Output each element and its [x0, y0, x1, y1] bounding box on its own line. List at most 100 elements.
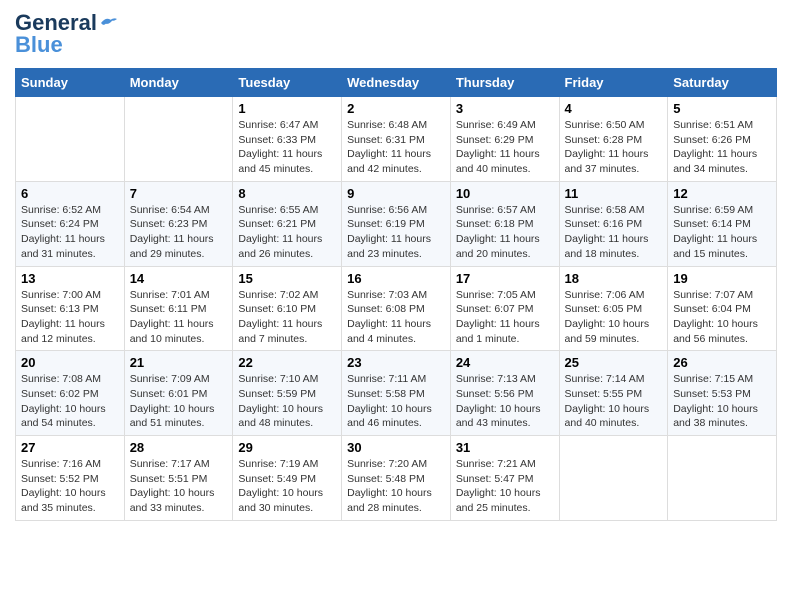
day-number: 19	[673, 271, 771, 286]
day-number: 9	[347, 186, 445, 201]
calendar-cell: 15 Sunrise: 7:02 AM Sunset: 6:10 PM Dayli…	[233, 266, 342, 351]
day-number: 13	[21, 271, 119, 286]
day-content: Sunrise: 6:48 AM Sunset: 6:31 PM Dayligh…	[347, 118, 445, 177]
day-content: Sunrise: 7:00 AM Sunset: 6:13 PM Dayligh…	[21, 288, 119, 347]
calendar-cell: 6 Sunrise: 6:52 AM Sunset: 6:24 PM Daylig…	[16, 181, 125, 266]
day-number: 10	[456, 186, 554, 201]
calendar-cell	[668, 436, 777, 521]
day-content: Sunrise: 6:59 AM Sunset: 6:14 PM Dayligh…	[673, 203, 771, 262]
day-content: Sunrise: 7:20 AM Sunset: 5:48 PM Dayligh…	[347, 457, 445, 516]
logo-bird-icon	[99, 15, 119, 31]
calendar-cell	[559, 436, 668, 521]
weekday-header-tuesday: Tuesday	[233, 69, 342, 97]
calendar-week-row: 13 Sunrise: 7:00 AM Sunset: 6:13 PM Dayli…	[16, 266, 777, 351]
day-number: 31	[456, 440, 554, 455]
day-number: 22	[238, 355, 336, 370]
day-number: 6	[21, 186, 119, 201]
day-number: 15	[238, 271, 336, 286]
day-content: Sunrise: 6:50 AM Sunset: 6:28 PM Dayligh…	[565, 118, 663, 177]
day-number: 21	[130, 355, 228, 370]
day-number: 27	[21, 440, 119, 455]
calendar-cell: 22 Sunrise: 7:10 AM Sunset: 5:59 PM Dayli…	[233, 351, 342, 436]
calendar-week-row: 1 Sunrise: 6:47 AM Sunset: 6:33 PM Daylig…	[16, 97, 777, 182]
calendar-cell: 16 Sunrise: 7:03 AM Sunset: 6:08 PM Dayli…	[342, 266, 451, 351]
day-content: Sunrise: 7:08 AM Sunset: 6:02 PM Dayligh…	[21, 372, 119, 431]
day-number: 8	[238, 186, 336, 201]
calendar-cell	[16, 97, 125, 182]
calendar-cell: 25Sunrise: 7:14 AM Sunset: 5:55 PM Dayli…	[559, 351, 668, 436]
day-number: 29	[238, 440, 336, 455]
calendar-cell: 7 Sunrise: 6:54 AM Sunset: 6:23 PM Daylig…	[124, 181, 233, 266]
weekday-header-wednesday: Wednesday	[342, 69, 451, 97]
day-number: 28	[130, 440, 228, 455]
day-content: Sunrise: 7:06 AM Sunset: 6:05 PM Dayligh…	[565, 288, 663, 347]
calendar-cell: 9 Sunrise: 6:56 AM Sunset: 6:19 PM Daylig…	[342, 181, 451, 266]
calendar-table: SundayMondayTuesdayWednesdayThursdayFrid…	[15, 68, 777, 521]
calendar-cell: 29 Sunrise: 7:19 AM Sunset: 5:49 PM Dayli…	[233, 436, 342, 521]
day-number: 11	[565, 186, 663, 201]
day-content: Sunrise: 6:54 AM Sunset: 6:23 PM Dayligh…	[130, 203, 228, 262]
day-content: Sunrise: 7:13 AM Sunset: 5:56 PM Dayligh…	[456, 372, 554, 431]
weekday-header-saturday: Saturday	[668, 69, 777, 97]
day-number: 30	[347, 440, 445, 455]
calendar-cell: 30 Sunrise: 7:20 AM Sunset: 5:48 PM Dayli…	[342, 436, 451, 521]
calendar-cell: 20 Sunrise: 7:08 AM Sunset: 6:02 PM Dayli…	[16, 351, 125, 436]
day-number: 3	[456, 101, 554, 116]
calendar-week-row: 20 Sunrise: 7:08 AM Sunset: 6:02 PM Dayli…	[16, 351, 777, 436]
day-number: 4	[565, 101, 663, 116]
logo: General Blue	[15, 10, 119, 58]
day-content: Sunrise: 7:21 AM Sunset: 5:47 PM Dayligh…	[456, 457, 554, 516]
calendar-cell: 28 Sunrise: 7:17 AM Sunset: 5:51 PM Dayli…	[124, 436, 233, 521]
day-number: 1	[238, 101, 336, 116]
day-content: Sunrise: 7:01 AM Sunset: 6:11 PM Dayligh…	[130, 288, 228, 347]
day-content: Sunrise: 6:55 AM Sunset: 6:21 PM Dayligh…	[238, 203, 336, 262]
calendar-cell: 23 Sunrise: 7:11 AM Sunset: 5:58 PM Dayli…	[342, 351, 451, 436]
day-content: Sunrise: 7:09 AM Sunset: 6:01 PM Dayligh…	[130, 372, 228, 431]
day-number: 5	[673, 101, 771, 116]
day-content: Sunrise: 7:19 AM Sunset: 5:49 PM Dayligh…	[238, 457, 336, 516]
calendar-cell: 24 Sunrise: 7:13 AM Sunset: 5:56 PM Dayli…	[450, 351, 559, 436]
day-number: 7	[130, 186, 228, 201]
calendar-cell: 3 Sunrise: 6:49 AM Sunset: 6:29 PM Daylig…	[450, 97, 559, 182]
day-content: Sunrise: 7:05 AM Sunset: 6:07 PM Dayligh…	[456, 288, 554, 347]
calendar-cell: 1 Sunrise: 6:47 AM Sunset: 6:33 PM Daylig…	[233, 97, 342, 182]
day-content: Sunrise: 7:15 AM Sunset: 5:53 PM Dayligh…	[673, 372, 771, 431]
day-number: 23	[347, 355, 445, 370]
calendar-cell	[124, 97, 233, 182]
calendar-week-row: 27 Sunrise: 7:16 AM Sunset: 5:52 PM Dayli…	[16, 436, 777, 521]
weekday-header-sunday: Sunday	[16, 69, 125, 97]
day-content: Sunrise: 7:17 AM Sunset: 5:51 PM Dayligh…	[130, 457, 228, 516]
calendar-week-row: 6 Sunrise: 6:52 AM Sunset: 6:24 PM Daylig…	[16, 181, 777, 266]
calendar-cell: 8 Sunrise: 6:55 AM Sunset: 6:21 PM Daylig…	[233, 181, 342, 266]
header: General Blue	[15, 10, 777, 58]
day-number: 20	[21, 355, 119, 370]
calendar-cell: 21 Sunrise: 7:09 AM Sunset: 6:01 PM Dayli…	[124, 351, 233, 436]
day-content: Sunrise: 7:16 AM Sunset: 5:52 PM Dayligh…	[21, 457, 119, 516]
weekday-header-row: SundayMondayTuesdayWednesdayThursdayFrid…	[16, 69, 777, 97]
day-content: Sunrise: 6:49 AM Sunset: 6:29 PM Dayligh…	[456, 118, 554, 177]
day-content: Sunrise: 7:07 AM Sunset: 6:04 PM Dayligh…	[673, 288, 771, 347]
calendar-cell: 27 Sunrise: 7:16 AM Sunset: 5:52 PM Dayli…	[16, 436, 125, 521]
weekday-header-friday: Friday	[559, 69, 668, 97]
day-content: Sunrise: 7:10 AM Sunset: 5:59 PM Dayligh…	[238, 372, 336, 431]
day-number: 2	[347, 101, 445, 116]
day-content: Sunrise: 7:14 AM Sunset: 5:55 PM Dayligh…	[565, 372, 663, 431]
calendar-cell: 13 Sunrise: 7:00 AM Sunset: 6:13 PM Dayli…	[16, 266, 125, 351]
day-number: 12	[673, 186, 771, 201]
day-number: 16	[347, 271, 445, 286]
day-number: 24	[456, 355, 554, 370]
day-content: Sunrise: 7:02 AM Sunset: 6:10 PM Dayligh…	[238, 288, 336, 347]
calendar-cell: 18 Sunrise: 7:06 AM Sunset: 6:05 PM Dayli…	[559, 266, 668, 351]
day-content: Sunrise: 6:52 AM Sunset: 6:24 PM Dayligh…	[21, 203, 119, 262]
day-number: 14	[130, 271, 228, 286]
day-number: 18	[565, 271, 663, 286]
day-content: Sunrise: 6:47 AM Sunset: 6:33 PM Dayligh…	[238, 118, 336, 177]
weekday-header-monday: Monday	[124, 69, 233, 97]
day-number: 26	[673, 355, 771, 370]
day-content: Sunrise: 7:11 AM Sunset: 5:58 PM Dayligh…	[347, 372, 445, 431]
day-content: Sunrise: 6:58 AM Sunset: 6:16 PM Dayligh…	[565, 203, 663, 262]
day-content: Sunrise: 6:57 AM Sunset: 6:18 PM Dayligh…	[456, 203, 554, 262]
calendar-cell: 11 Sunrise: 6:58 AM Sunset: 6:16 PM Dayli…	[559, 181, 668, 266]
day-content: Sunrise: 6:56 AM Sunset: 6:19 PM Dayligh…	[347, 203, 445, 262]
day-content: Sunrise: 7:03 AM Sunset: 6:08 PM Dayligh…	[347, 288, 445, 347]
